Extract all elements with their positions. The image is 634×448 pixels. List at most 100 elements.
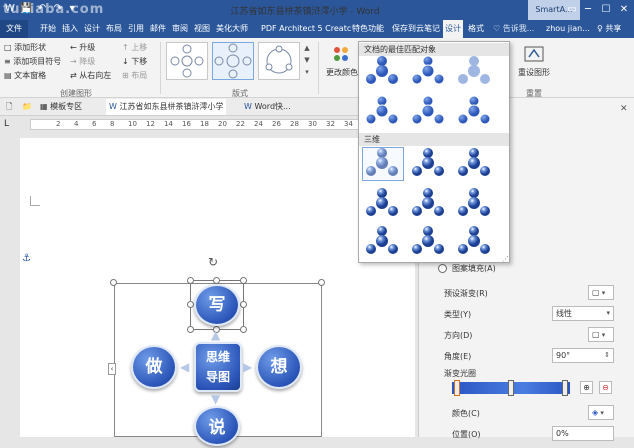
style-thumbnail[interactable] — [412, 148, 444, 176]
color-dropdown[interactable]: ◈ ▾ — [588, 405, 614, 420]
tab-references[interactable]: 引用 — [126, 20, 146, 38]
smartart-node-top[interactable]: 写 — [194, 284, 240, 326]
tab-home[interactable]: 开始 — [38, 20, 58, 38]
style-thumbnail[interactable] — [412, 188, 444, 216]
smartart-node-center[interactable]: 思维 导图 — [194, 342, 242, 392]
tab-smartart-design[interactable]: 设计 — [443, 20, 463, 38]
tab-mailings[interactable]: 邮件 — [148, 20, 168, 38]
demote-button[interactable]: → 降级 — [70, 56, 95, 67]
layout-gallery-scroll[interactable]: ▲ ▼ ▾ — [302, 42, 312, 80]
layout-thumb-1[interactable] — [166, 42, 208, 80]
type-dropdown[interactable]: 线性 ▾ — [552, 306, 614, 321]
style-thumbnail[interactable] — [366, 188, 398, 216]
connector-arrow-right: ▶ — [243, 360, 253, 374]
doc-tab-word-quick[interactable]: W Word快... — [244, 99, 291, 115]
maximize-button[interactable]: ☐ — [598, 2, 614, 18]
tab-layout[interactable]: 布局 — [104, 20, 124, 38]
minimize-button[interactable]: ─ — [580, 2, 596, 18]
tab-cloud-notes[interactable]: 保存到云笔记 — [390, 20, 442, 38]
picture-fill-radio[interactable] — [438, 264, 447, 273]
doc-tab-current[interactable]: W 江苏省如东县栟茶镇浒澪小学 — [106, 99, 227, 115]
vertical-ruler — [0, 133, 14, 437]
angle-input[interactable]: 90° ⇕ — [552, 348, 614, 363]
user-account[interactable]: zhou jian... — [546, 20, 590, 38]
text-pane-toggle[interactable]: ‹ — [108, 363, 116, 375]
style-thumbnail[interactable] — [457, 95, 491, 125]
ruler-tick-label: 2 — [56, 120, 61, 128]
color-label: 颜色(C) — [452, 409, 480, 418]
add-shape-button[interactable]: □ 添加形状 — [4, 42, 46, 53]
style-thumbnail[interactable] — [458, 226, 490, 254]
style-thumbnail[interactable] — [458, 56, 490, 84]
smartart-node-bottom[interactable]: 说 — [194, 406, 240, 446]
position-input[interactable]: 0% — [552, 426, 614, 441]
resize-handle[interactable] — [240, 301, 247, 308]
pane-close-icon[interactable]: ✕ — [620, 104, 628, 114]
preset-gradient-dropdown[interactable]: ▢ ▾ — [588, 285, 614, 300]
style-thumbnail[interactable] — [412, 226, 444, 254]
gradient-stop-handle[interactable] — [454, 380, 460, 396]
style-thumbnail[interactable] — [366, 226, 398, 254]
smartart-node-left[interactable]: 做 — [131, 345, 177, 389]
tab-beautify[interactable]: 美化大师 — [214, 20, 250, 38]
rotate-handle-icon[interactable]: ↻ — [208, 255, 218, 269]
promote-button[interactable]: ← 升级 — [70, 42, 95, 53]
style-thumbnail[interactable] — [365, 95, 399, 125]
ruler-tick-label: 18 — [200, 120, 209, 128]
resize-handle[interactable] — [187, 301, 194, 308]
tab-format[interactable]: 格式 — [466, 20, 486, 38]
promote-arrow-icon: ← — [70, 43, 80, 52]
style-thumb-selected-frame[interactable] — [362, 147, 404, 181]
tab-special[interactable]: 特色功能 — [350, 20, 386, 38]
window-title: 江苏省如东县栟茶镇浒澪小学 - Word — [230, 7, 380, 17]
move-down-button[interactable]: ↓ 下移 — [122, 56, 147, 67]
new-doc-icon[interactable]: 🗋 — [6, 99, 12, 115]
text-pane-icon: ▤ — [4, 71, 15, 80]
close-button[interactable]: ✕ — [616, 2, 632, 18]
add-bullet-button[interactable]: ≡ 添加项目符号 — [4, 56, 61, 67]
remove-stop-icon[interactable]: ⊖ — [599, 381, 612, 394]
doc-tab-templates[interactable]: ▦ 模板专区 — [40, 99, 82, 115]
right-to-left-button[interactable]: ⇄ 从右向左 — [70, 70, 111, 81]
tab-review[interactable]: 审阅 — [170, 20, 190, 38]
tab-stop-selector[interactable]: L — [4, 119, 9, 129]
resize-handle[interactable] — [213, 277, 220, 284]
folder-icon[interactable]: 📁 — [22, 99, 32, 115]
add-stop-icon[interactable]: ⊕ — [580, 381, 593, 394]
tab-insert[interactable]: 插入 — [60, 20, 80, 38]
tab-view[interactable]: 视图 — [192, 20, 212, 38]
share-button[interactable]: ♀ 共享 — [597, 20, 621, 38]
layout-thumb-2[interactable] — [212, 42, 254, 80]
layout-button[interactable]: ⊞ 布局 — [122, 70, 147, 81]
gradient-stop-handle[interactable] — [508, 380, 514, 396]
resize-handle[interactable] — [318, 279, 325, 286]
text-pane-button[interactable]: ▤ 文本窗格 — [4, 70, 46, 81]
resize-handle[interactable] — [240, 326, 247, 333]
smartart-node-right[interactable]: 想 — [256, 345, 302, 389]
style-thumbnail[interactable] — [411, 55, 445, 85]
reset-graphic-button[interactable]: 重设图形 — [514, 44, 554, 84]
resize-handle[interactable] — [240, 277, 247, 284]
style-thumbnail[interactable] — [458, 188, 490, 216]
resize-handle[interactable] — [187, 326, 194, 333]
tab-file[interactable]: 文件 — [0, 20, 28, 38]
tab-pdf-architect[interactable]: PDF Architect 5 Creatc — [259, 20, 353, 38]
chevron-down-icon: ▾ — [599, 289, 606, 297]
style-thumbnail[interactable] — [411, 95, 445, 125]
style-thumbnail[interactable] — [366, 56, 398, 84]
layout-thumb-3[interactable] — [258, 42, 300, 80]
watermark: tuxiaba.com — [3, 2, 105, 17]
bullet-icon: ≡ — [4, 57, 14, 66]
gradient-stop-handle[interactable] — [562, 380, 568, 396]
ribbon-options-icon[interactable]: ▭ — [564, 2, 580, 18]
tell-me-box[interactable]: ♡ 告诉我... — [493, 20, 534, 38]
resize-handle[interactable] — [110, 279, 117, 286]
connector-arrow-up: ▲ — [211, 328, 221, 342]
resize-handle[interactable] — [187, 277, 194, 284]
change-colors-button[interactable]: 更改颜色 — [326, 44, 358, 84]
move-up-button[interactable]: ↑ 上移 — [122, 42, 147, 53]
style-thumbnail[interactable] — [458, 148, 490, 176]
radial-layout-icon — [214, 43, 252, 79]
direction-dropdown[interactable]: ▢ ▾ — [588, 327, 614, 342]
tab-design[interactable]: 设计 — [82, 20, 102, 38]
